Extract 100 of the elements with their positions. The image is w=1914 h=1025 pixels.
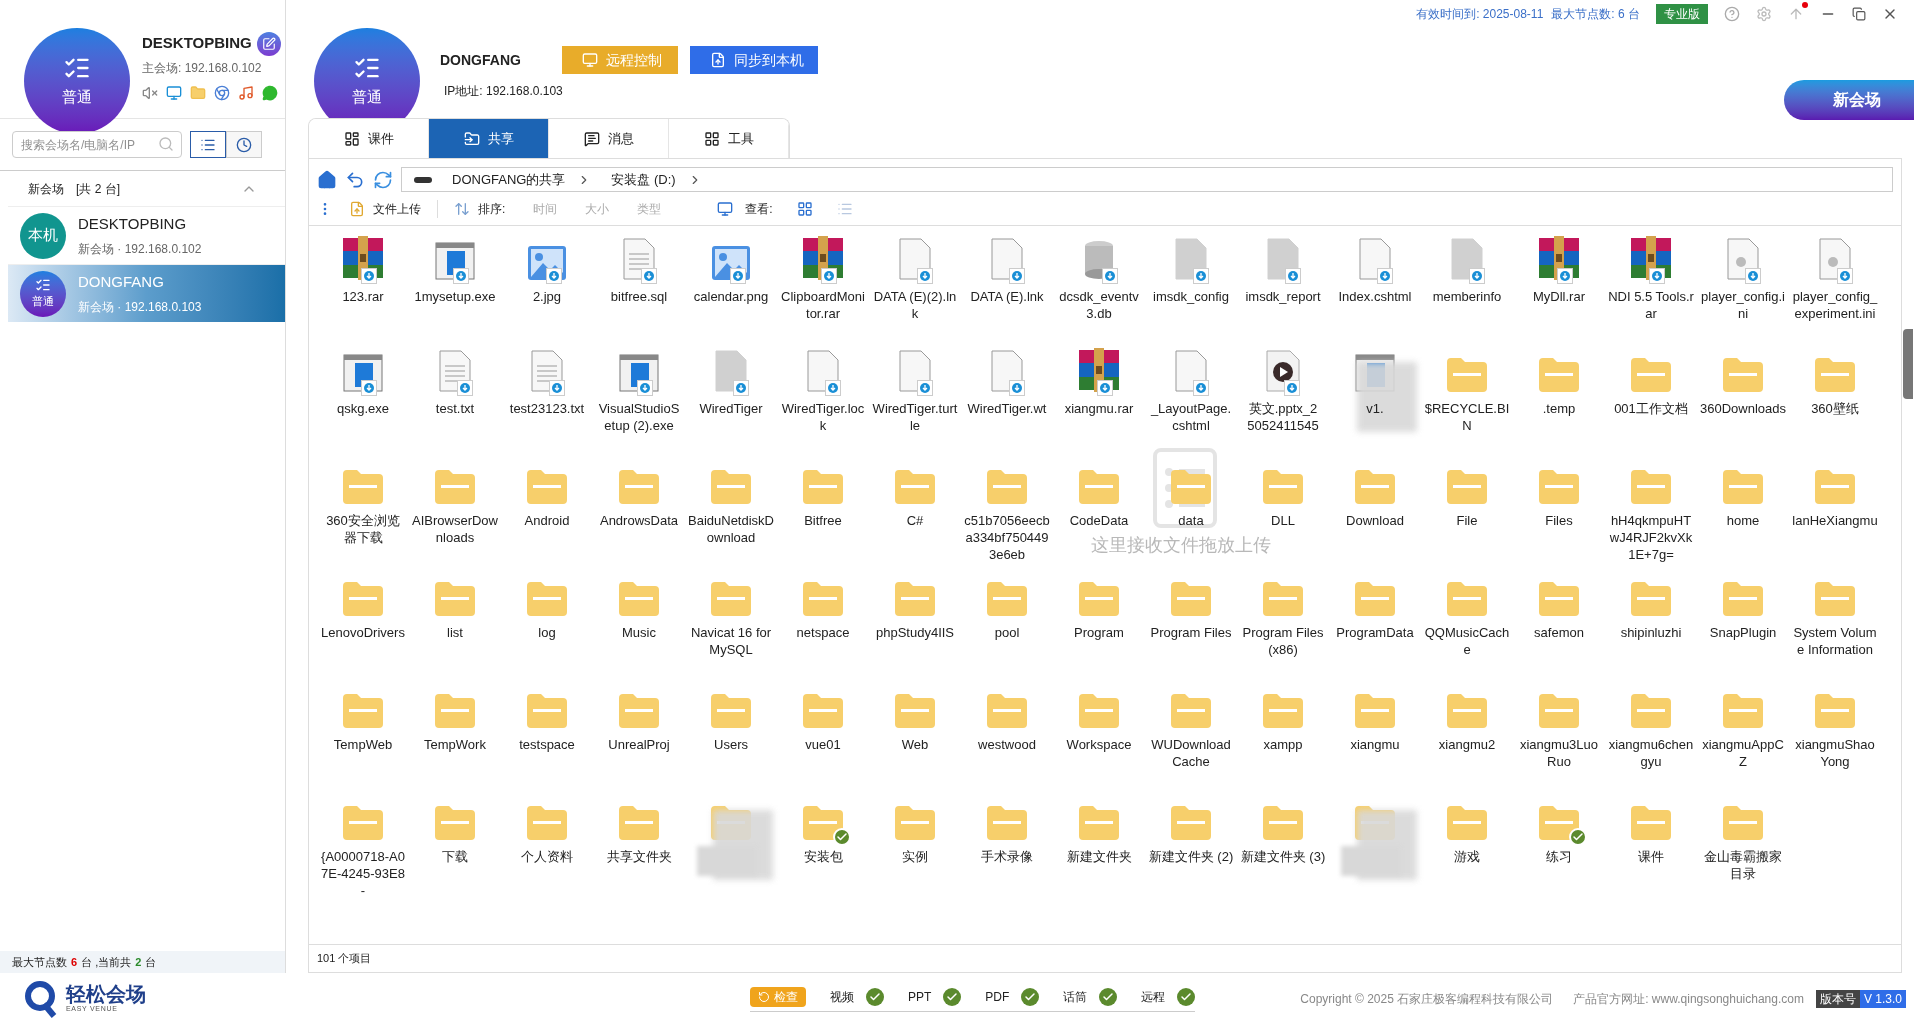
- file-name[interactable]: list: [412, 624, 498, 641]
- file-name[interactable]: Users: [688, 736, 774, 753]
- search-icon[interactable]: [158, 136, 174, 152]
- file-name[interactable]: 金山毒霸搬家目录: [1700, 848, 1786, 882]
- file-name[interactable]: xiangmu: [1332, 736, 1418, 753]
- file-name[interactable]: 下载: [412, 848, 498, 865]
- help-icon[interactable]: [1724, 6, 1740, 22]
- file-name[interactable]: lanHeXiangmu: [1792, 512, 1878, 529]
- file-name[interactable]: TempWork: [412, 736, 498, 753]
- file-name[interactable]: v1.: [1332, 400, 1418, 417]
- path-segment[interactable]: DONGFANG的共享: [452, 169, 566, 190]
- file-name[interactable]: qskg.exe: [320, 400, 406, 417]
- file-name[interactable]: LenovoDrivers: [320, 624, 406, 641]
- file-name[interactable]: C#: [872, 512, 958, 529]
- file-name[interactable]: QQMusicCache: [1424, 624, 1510, 658]
- mute-icon[interactable]: [142, 84, 158, 101]
- file-name[interactable]: File: [1424, 512, 1510, 529]
- file-name[interactable]: Navicat 16 for MySQL: [688, 624, 774, 658]
- file-name[interactable]: Index.cshtml: [1332, 288, 1418, 305]
- upload-button[interactable]: 文件上传: [349, 199, 438, 218]
- file-name[interactable]: AIBrowserDownloads: [412, 512, 498, 546]
- file-name[interactable]: AndrowsData: [596, 512, 682, 529]
- new-venue-button[interactable]: 新会场: [1784, 80, 1914, 120]
- file-name[interactable]: xiangmu3LuoRuo: [1516, 736, 1602, 770]
- file-name[interactable]: ClipboardMonitor.rar: [780, 288, 866, 322]
- file-name[interactable]: $RECYCLE.BIN: [1424, 400, 1510, 434]
- file-name[interactable]: 360壁纸: [1792, 400, 1878, 417]
- file-name[interactable]: 课件: [1608, 848, 1694, 865]
- file-name[interactable]: SnapPlugin: [1700, 624, 1786, 641]
- file-name[interactable]: player_config_experiment.ini: [1792, 288, 1878, 322]
- file-name[interactable]: ProgramData: [1332, 624, 1418, 641]
- file-name[interactable]: home: [1700, 512, 1786, 529]
- file-name[interactable]: 手术录像: [964, 848, 1050, 865]
- file-name[interactable]: pool: [964, 624, 1050, 641]
- file-name[interactable]: 安装包: [780, 848, 866, 865]
- search-field[interactable]: 搜索会场名/电脑名/IP: [12, 131, 182, 158]
- file-name[interactable]: memberinfo: [1424, 288, 1510, 305]
- file-name[interactable]: 英文.pptx_2 5052411545: [1240, 400, 1326, 434]
- file-name[interactable]: DATA (E).lnk: [964, 288, 1050, 305]
- file-name[interactable]: Program Files (x86): [1240, 624, 1326, 658]
- file-name[interactable]: _LayoutPage.cshtml: [1148, 400, 1234, 434]
- file-name[interactable]: WUDownloadCache: [1148, 736, 1234, 770]
- file-name[interactable]: Program Files: [1148, 624, 1234, 641]
- file-name[interactable]: {A0000718-A07E-4245-93E8-: [320, 848, 406, 899]
- chat-icon[interactable]: [262, 84, 278, 101]
- file-name[interactable]: xiangmu2: [1424, 736, 1510, 753]
- side-handle[interactable]: [1903, 329, 1913, 399]
- file-name[interactable]: 1mysetup.exe: [412, 288, 498, 305]
- file-name[interactable]: data: [1148, 512, 1234, 529]
- file-name[interactable]: Workspace: [1056, 736, 1142, 753]
- file-name[interactable]: 360安全浏览器下载: [320, 512, 406, 546]
- path-segment[interactable]: 安装盘 (D:): [611, 169, 676, 190]
- back-icon[interactable]: [345, 169, 365, 190]
- file-name[interactable]: test.txt: [412, 400, 498, 417]
- file-name[interactable]: 共享文件夹: [596, 848, 682, 865]
- file-name[interactable]: UnrealProj: [596, 736, 682, 753]
- file-name[interactable]: 新建文件夹 (2): [1148, 848, 1234, 865]
- file-name[interactable]: bitfree.sql: [596, 288, 682, 305]
- file-name[interactable]: Android: [504, 512, 590, 529]
- file-name[interactable]: xiangmuShaoYong: [1792, 736, 1878, 770]
- file-name[interactable]: 360Downloads: [1700, 400, 1786, 417]
- file-name[interactable]: Music: [596, 624, 682, 641]
- file-name[interactable]: WiredTiger.lock: [780, 400, 866, 434]
- file-name[interactable]: WiredTiger.turtle: [872, 400, 958, 434]
- sync-button[interactable]: 同步到本机: [690, 46, 818, 74]
- file-name[interactable]: WiredTiger.wt: [964, 400, 1050, 417]
- file-name[interactable]: xampp: [1240, 736, 1326, 753]
- file-name[interactable]: 001工作文档: [1608, 400, 1694, 417]
- history-button[interactable]: [226, 131, 262, 158]
- file-name[interactable]: 个人资料: [504, 848, 590, 865]
- file-name[interactable]: log: [504, 624, 590, 641]
- path-bar[interactable]: DONGFANG的共享 安装盘 (D:): [401, 167, 1893, 192]
- file-name[interactable]: CodeData: [1056, 512, 1142, 529]
- file-name[interactable]: Program: [1056, 624, 1142, 641]
- file-name[interactable]: 2.jpg: [504, 288, 590, 305]
- file-name[interactable]: 123.rar: [320, 288, 406, 305]
- file-name[interactable]: VisualStudioSetup (2).exe: [596, 400, 682, 434]
- file-name[interactable]: Web: [872, 736, 958, 753]
- edit-button[interactable]: [257, 32, 281, 56]
- file-name[interactable]: xiangmuAppCZ: [1700, 736, 1786, 770]
- upgrade-icon[interactable]: [1788, 6, 1804, 22]
- settings-icon[interactable]: [1756, 6, 1772, 22]
- monitor-icon[interactable]: [166, 84, 182, 101]
- restore-icon[interactable]: [1852, 7, 1866, 21]
- file-name[interactable]: WiredTiger: [688, 400, 774, 417]
- file-name[interactable]: vue01: [780, 736, 866, 753]
- grid-view-button[interactable]: [796, 200, 813, 217]
- venue-item[interactable]: 普通 DONGFANG 新会场 · 192.168.0.103: [8, 264, 285, 322]
- browser-icon[interactable]: [214, 84, 230, 101]
- file-name[interactable]: BaiduNetdiskDownload: [688, 512, 774, 546]
- file-name[interactable]: c51b7056eecba334bf7504493e6eb: [964, 512, 1050, 563]
- file-name[interactable]: Files: [1516, 512, 1602, 529]
- file-name[interactable]: 实例: [872, 848, 958, 865]
- file-name[interactable]: dcsdk_eventv3.db: [1056, 288, 1142, 322]
- file-name[interactable]: netspace: [780, 624, 866, 641]
- file-name[interactable]: System Volume Information: [1792, 624, 1878, 658]
- file-name[interactable]: NDI 5.5 Tools.rar: [1608, 288, 1694, 322]
- file-name[interactable]: phpStudy4IIS: [872, 624, 958, 641]
- tab[interactable]: 课件: [309, 119, 429, 158]
- file-name[interactable]: hH4qkmpuHTwJ4RJF2kvXk1E+7g=: [1608, 512, 1694, 563]
